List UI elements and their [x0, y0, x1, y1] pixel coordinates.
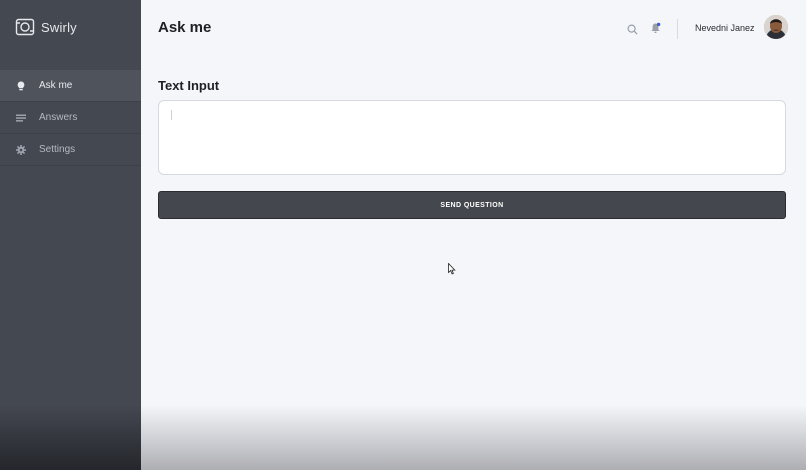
- page-title: Ask me: [158, 19, 212, 36]
- search-icon[interactable]: [627, 22, 638, 35]
- user-name[interactable]: Nevedni Janez: [695, 23, 755, 33]
- section-title: Text Input: [158, 78, 220, 93]
- send-question-button[interactable]: SEND QUESTION: [158, 191, 786, 219]
- sidebar-item-label: Answers: [39, 112, 78, 123]
- avatar[interactable]: [764, 15, 788, 39]
- sidebar-bottom-shade: [0, 405, 141, 470]
- notification-dot: [656, 22, 661, 27]
- lightbulb-icon: [16, 80, 26, 91]
- app-name: Swirly: [41, 19, 77, 35]
- mouse-cursor-icon: [448, 262, 456, 275]
- sidebar-item-label: Ask me: [39, 80, 73, 91]
- app-window: Swirly Ask me Answers Settings Ask me Ne…: [0, 0, 806, 470]
- sidebar-item-ask-me[interactable]: Ask me: [0, 70, 141, 102]
- top-header: Ask me Nevedni Janez: [141, 0, 806, 55]
- header-divider: [677, 19, 678, 39]
- question-text-input[interactable]: [158, 100, 786, 175]
- text-caret: [171, 110, 172, 120]
- app-logo[interactable]: Swirly: [15, 17, 77, 37]
- sidebar-item-label: Settings: [39, 144, 76, 155]
- swirly-logo-icon: [15, 17, 35, 37]
- gear-icon: [16, 144, 26, 155]
- sidebar-item-answers[interactable]: Answers: [0, 102, 141, 134]
- sidebar-nav: Ask me Answers Settings: [0, 70, 141, 166]
- bell-icon[interactable]: [650, 21, 661, 33]
- sidebar: Swirly Ask me Answers Settings: [0, 0, 141, 470]
- list-icon: [16, 113, 26, 123]
- sidebar-item-settings[interactable]: Settings: [0, 134, 141, 166]
- content-bottom-shade: [141, 405, 806, 470]
